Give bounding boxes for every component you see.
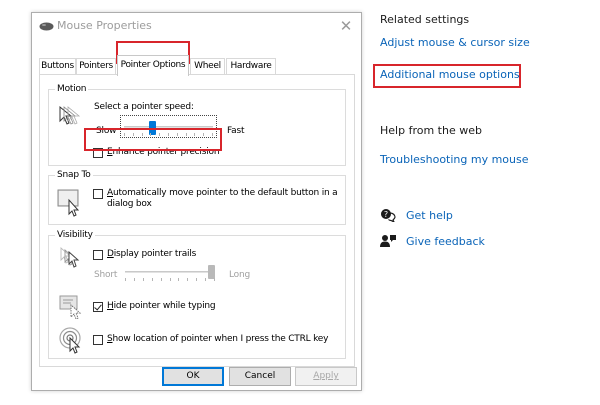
additional-mouse-options-link[interactable]: Additional mouse options [380, 68, 520, 81]
tab-pointer-options[interactable]: Pointer Options [117, 55, 189, 76]
pointer-trails-label[interactable]: Display pointer trails [107, 249, 196, 260]
snap-to-label-line1[interactable]: Automatically move pointer to the defaul… [107, 188, 338, 199]
hide-pointer-checkbox[interactable] [93, 302, 103, 312]
tab-pointers[interactable]: Pointers [76, 58, 116, 75]
short-label: Short [94, 270, 118, 280]
dialog-title: Mouse Properties [57, 19, 152, 32]
fast-label: Fast [227, 126, 245, 136]
slider-tick [161, 278, 162, 281]
pointer-options-panel: Motion Select a pointer speed: Slow Fast… [39, 74, 355, 367]
show-location-label[interactable]: Show location of pointer when I press th… [107, 334, 328, 345]
tab-wheel[interactable]: Wheel [190, 58, 225, 75]
show-location-icon [59, 327, 81, 354]
show-location-checkbox[interactable] [93, 335, 103, 345]
snap-to-icon [57, 189, 80, 217]
help-from-web-heading: Help from the web [380, 124, 482, 137]
give-feedback-icon [380, 235, 396, 247]
trail-slider-thumb[interactable] [208, 265, 215, 279]
get-help-icon: ? [381, 209, 396, 222]
pointer-speed-icon [59, 105, 81, 125]
adjust-mouse-cursor-link[interactable]: Adjust mouse & cursor size [380, 36, 530, 49]
cancel-button[interactable]: Cancel [229, 367, 291, 386]
snap-to-group: Snap To Automatically move pointer to th… [48, 169, 346, 225]
slider-tick [170, 278, 171, 281]
slider-tick [143, 278, 144, 281]
slider-tick [125, 278, 126, 281]
ok-button[interactable]: OK [162, 367, 224, 386]
svg-text:?: ? [384, 210, 388, 219]
tab-buttons[interactable]: Buttons [39, 58, 76, 75]
troubleshooting-mouse-link[interactable]: Troubleshooting my mouse [380, 153, 529, 166]
mouse-properties-dialog: Mouse Properties ✕ Buttons Pointers Poin… [31, 12, 362, 391]
trail-slider-ticks [125, 278, 215, 282]
pointer-speed-label: Select a pointer speed: [94, 102, 194, 112]
related-settings-heading: Related settings [380, 13, 470, 26]
close-button[interactable]: ✕ [338, 16, 354, 36]
mouse-icon [39, 22, 54, 31]
slider-tick [187, 278, 188, 281]
hide-pointer-label[interactable]: Hide pointer while typing [107, 301, 216, 312]
slider-tick [134, 278, 135, 281]
snap-to-group-title: Snap To [55, 169, 93, 181]
pointer-trails-checkbox[interactable] [93, 250, 103, 260]
trail-slider-track [125, 271, 215, 273]
title-bar[interactable]: Mouse Properties ✕ [32, 13, 361, 41]
give-feedback-link[interactable]: Give feedback [406, 235, 485, 248]
get-help-link[interactable]: Get help [406, 209, 453, 222]
trail-length-slider[interactable] [122, 262, 220, 284]
snap-to-checkbox[interactable] [93, 189, 103, 199]
long-label: Long [229, 270, 250, 280]
slider-tick [205, 278, 206, 281]
slider-tick [196, 278, 197, 281]
slider-tick [214, 278, 215, 281]
visibility-group: Visibility Display pointer trails Short … [48, 229, 346, 359]
slider-tick [152, 278, 153, 281]
hide-pointer-icon [59, 295, 82, 320]
snap-to-label-line2[interactable]: dialog box [107, 199, 152, 210]
tab-hardware[interactable]: Hardware [226, 58, 276, 75]
apply-button[interactable]: Apply [295, 367, 357, 386]
slider-tick [178, 278, 179, 281]
visibility-group-title: Visibility [55, 229, 95, 241]
pointer-trails-icon [60, 246, 80, 268]
enhance-precision-highlight [84, 128, 222, 151]
motion-group-title: Motion [55, 83, 89, 95]
